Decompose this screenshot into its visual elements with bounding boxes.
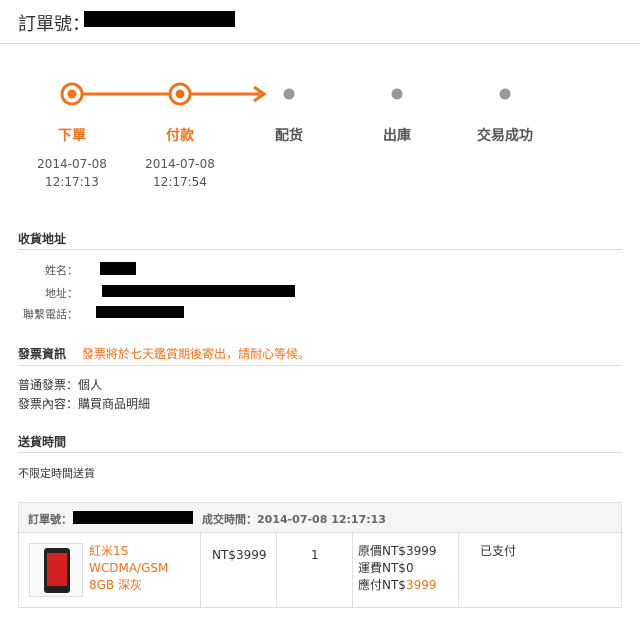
name-value-redacted (100, 262, 136, 275)
deal-time: 成交時間：2014-07-08 12:17:13 (202, 513, 386, 526)
product-name-link[interactable]: 紅米1S WCDMA/GSM 8GB 深灰 (89, 543, 199, 594)
quantity: 1 (311, 548, 319, 562)
payable-amount: 應付NT$3999 (358, 578, 437, 592)
step-name-5: 交易成功 (477, 128, 533, 144)
step-datetime-2: 2014-07-08 12:17:54 (125, 155, 235, 191)
step-name-2: 付款 (166, 128, 194, 144)
unit-price: NT$3999 (212, 548, 267, 562)
invoice-type: 普通發票：個人 (18, 378, 103, 392)
step-date: 2014-07-08 (145, 157, 215, 171)
invoice-notice: 發票將於七天鑑賞期後寄出，請耐心等候。 (82, 347, 311, 361)
name-label: 姓名： (45, 264, 78, 277)
order-no-label: 訂單號： (28, 513, 72, 526)
payment-status: 已支付 (480, 544, 517, 558)
progress-track (60, 82, 511, 106)
delivery-time-value: 不限定時間送貨 (18, 467, 95, 480)
order-number-redacted (84, 11, 235, 27)
step-name-1: 下單 (58, 128, 86, 144)
phone-image-icon (44, 548, 70, 593)
section-divider (18, 452, 622, 453)
step-time: 12:17:54 (153, 175, 207, 189)
step-datetime-1: 2014-07-08 12:17:13 (17, 155, 127, 191)
phone-value-redacted (96, 306, 184, 318)
shipping-address-title: 收貨地址 (18, 232, 67, 246)
step-name-4: 出庫 (383, 128, 411, 144)
quantity-cell (277, 533, 353, 607)
section-divider (18, 365, 622, 366)
step-name-3: 配货 (275, 128, 303, 144)
invoice-content: 發票內容：購買商品明細 (18, 397, 151, 411)
order-progress: 下單 付款 配货 出庫 交易成功 2014-07-08 12:17:13 201… (0, 70, 640, 200)
order-item-table: 訂單號： 成交時間：2014-07-08 12:17:13 紅米1S WCDMA… (18, 502, 622, 608)
order-no-redacted (73, 511, 193, 524)
step-dot-3 (283, 88, 295, 100)
price-breakdown: 原價NT$3999 運費NT$0 應付NT$3999 (358, 543, 437, 594)
section-divider (18, 249, 622, 250)
invoice-title: 發票資訊 (18, 347, 67, 361)
original-price: 原價NT$3999 (358, 544, 437, 558)
address-value-redacted (102, 285, 295, 297)
phone-label: 聯繫電話： (23, 308, 78, 321)
step-date: 2014-07-08 (37, 157, 107, 171)
step-dot-1-inner (67, 89, 77, 99)
delivery-time-title: 送貨時間 (18, 435, 67, 449)
address-label: 地址： (45, 287, 78, 300)
step-time: 12:17:13 (45, 175, 99, 189)
product-thumbnail[interactable] (29, 543, 83, 597)
shipping-fee: 運費NT$0 (358, 561, 414, 575)
step-dot-4 (391, 88, 403, 100)
order-number-label: 訂單號： (18, 14, 90, 35)
step-dot-2-inner (175, 89, 185, 99)
order-header: 訂單號： (0, 0, 640, 44)
order-item-header: 訂單號： 成交時間：2014-07-08 12:17:13 (19, 503, 621, 533)
step-dot-5 (499, 88, 511, 100)
unit-price-cell (201, 533, 277, 607)
